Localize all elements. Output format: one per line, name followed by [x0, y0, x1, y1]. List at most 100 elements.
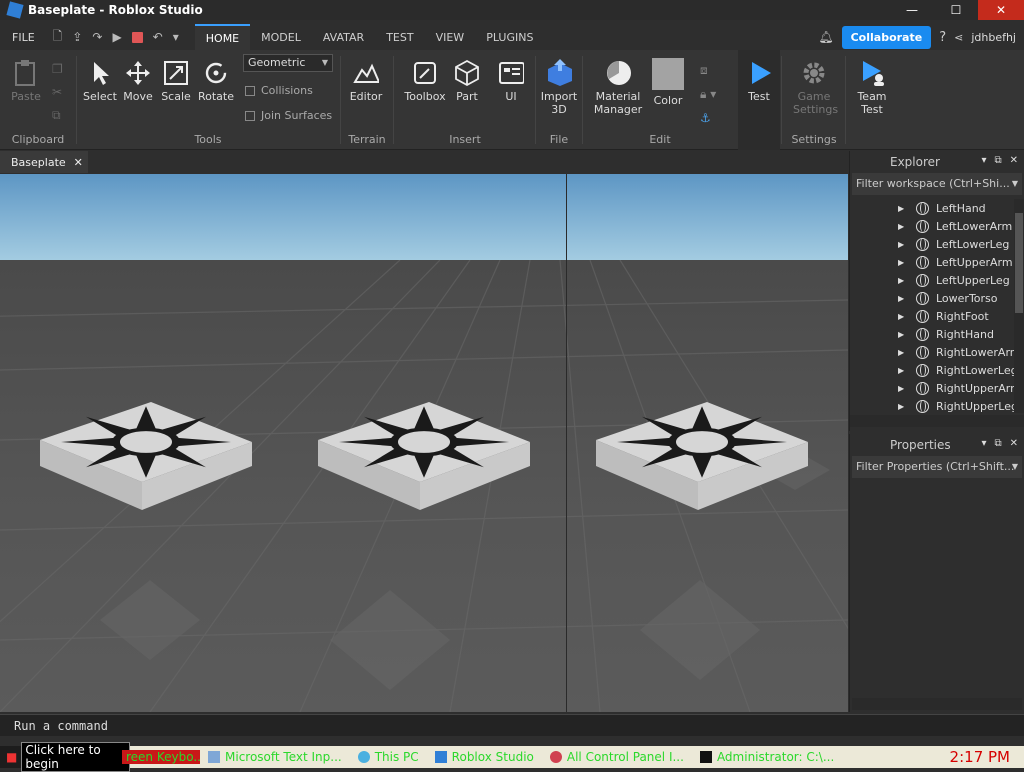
test-button[interactable]: Test	[739, 50, 779, 103]
taskbar-item-this-pc[interactable]: This PC	[350, 750, 427, 764]
taskbar-item-roblox-studio[interactable]: Roblox Studio	[427, 750, 542, 764]
pad-part-2[interactable]	[316, 400, 532, 512]
tab-home[interactable]: HOME	[194, 24, 251, 50]
expand-arrow-icon[interactable]: ▶	[898, 366, 908, 375]
join-surfaces-checkbox[interactable]	[245, 110, 255, 121]
color-button[interactable]: Color	[648, 50, 688, 107]
collisions-toggle[interactable]: Collisions	[245, 84, 313, 97]
expand-arrow-icon[interactable]: ▶	[898, 348, 908, 357]
explorer-filter-input[interactable]: Filter workspace (Ctrl+Shi... ▼	[852, 173, 1022, 195]
stop-icon[interactable]	[131, 31, 143, 43]
expand-arrow-icon[interactable]: ▶	[898, 222, 908, 231]
explorer-item[interactable]: ▶ LeftLowerLeg	[850, 235, 1024, 253]
ui-button[interactable]: UI	[491, 50, 531, 103]
tab-plugins[interactable]: PLUGINS	[475, 24, 544, 50]
taskbar-item-cmd[interactable]: Administrator: C:\...	[692, 750, 842, 764]
part-button[interactable]: Part	[447, 50, 487, 103]
explorer-item[interactable]: ▶ RightUpperLeg	[850, 397, 1024, 413]
taskbar-item-keyboard[interactable]: reen Keybo...	[122, 750, 200, 764]
pad-part-1[interactable]	[38, 400, 254, 512]
explorer-item[interactable]: ▶ LeftHand	[850, 199, 1024, 217]
undo-icon[interactable]: ↶	[153, 30, 163, 44]
expand-arrow-icon[interactable]: ▶	[898, 384, 908, 393]
transform-mode-dropdown[interactable]: Geometric ▼	[243, 54, 333, 72]
expand-arrow-icon[interactable]: ▶	[898, 258, 908, 267]
properties-horizontal-scrollbar[interactable]	[852, 698, 1022, 710]
taskbar-item-control-panel[interactable]: All Control Panel I...	[542, 750, 692, 764]
expand-arrow-icon[interactable]: ▶	[898, 276, 908, 285]
scale-icon	[163, 60, 189, 86]
tab-model[interactable]: MODEL	[250, 24, 312, 50]
maximize-button[interactable]: ☐	[934, 0, 978, 20]
explorer-item[interactable]: ▶ RightFoot	[850, 307, 1024, 325]
pad-part-3[interactable]	[594, 400, 810, 512]
paste-button[interactable]: Paste	[6, 50, 46, 103]
expand-arrow-icon[interactable]: ▶	[898, 294, 908, 303]
notification-bell-icon[interactable]: 🔔︎	[818, 30, 833, 44]
cut-icon[interactable]: ✂	[52, 81, 63, 104]
close-panel-icon[interactable]: ✕	[1010, 155, 1018, 166]
3d-viewport[interactable]	[0, 174, 848, 712]
close-panel-icon[interactable]: ✕	[1010, 438, 1018, 449]
close-tab-icon[interactable]: ✕	[74, 156, 83, 169]
lock-icon[interactable]: 🔒︎ ▾	[700, 82, 716, 106]
import-3d-button[interactable]: Import 3D	[537, 50, 581, 116]
explorer-item[interactable]: ▶ RightHand	[850, 325, 1024, 343]
help-icon[interactable]: ?	[939, 30, 946, 45]
username[interactable]: jdhbefhj	[971, 31, 1016, 44]
explorer-item[interactable]: ▶ LowerTorso	[850, 289, 1024, 307]
chevron-down-icon[interactable]: ▾	[173, 30, 179, 44]
file-menu[interactable]: FILE	[0, 31, 47, 44]
tab-view[interactable]: VIEW	[425, 24, 476, 50]
scale-button[interactable]: Scale	[156, 50, 196, 103]
redo-icon[interactable]: ↷	[92, 30, 102, 44]
team-test-button[interactable]: Team Test	[852, 50, 892, 116]
explorer-item[interactable]: ▶ RightLowerArm	[850, 343, 1024, 361]
move-button[interactable]: Move	[118, 50, 158, 103]
join-surfaces-label: Join Surfaces	[261, 109, 333, 122]
terrain-editor-button[interactable]: Editor	[346, 50, 386, 103]
explorer-item[interactable]: ▶ LeftUpperLeg	[850, 271, 1024, 289]
play-icon[interactable]: ▶	[112, 30, 121, 44]
join-surfaces-toggle[interactable]: Join Surfaces	[245, 109, 332, 122]
toolbox-label: Toolbox	[404, 90, 446, 103]
explorer-item[interactable]: ▶ LeftLowerArm	[850, 217, 1024, 235]
collaborate-button[interactable]: Collaborate	[841, 25, 932, 49]
group-icon[interactable]: ⧈	[700, 58, 716, 82]
start-button[interactable]: ■ Click here to begin	[0, 742, 130, 772]
expand-arrow-icon[interactable]: ▶	[898, 240, 908, 249]
tab-test[interactable]: TEST	[375, 24, 424, 50]
explorer-scrollbar[interactable]	[1014, 199, 1024, 413]
new-file-icon[interactable]: 🗋	[53, 27, 63, 48]
game-settings-button[interactable]: Game Settings	[793, 50, 838, 116]
explorer-item[interactable]: ▶ RightUpperArm	[850, 379, 1024, 397]
close-button[interactable]: ✕	[978, 0, 1024, 20]
duplicate-icon[interactable]: ⧉	[52, 104, 63, 127]
tab-avatar[interactable]: AVATAR	[312, 24, 375, 50]
undock-icon[interactable]: ⧉	[994, 438, 1001, 449]
material-manager-button[interactable]: Material Manager	[592, 50, 644, 116]
explorer-horizontal-scrollbar[interactable]	[850, 415, 1024, 427]
command-bar-input[interactable]: Run a command	[0, 714, 1024, 736]
publish-icon[interactable]: ⇪	[72, 30, 82, 44]
taskbar-item-text-input[interactable]: Microsoft Text Inp...	[200, 750, 350, 764]
explorer-item[interactable]: ▶ RightLowerLeg	[850, 361, 1024, 379]
expand-arrow-icon[interactable]: ▶	[898, 204, 908, 213]
toolbox-button[interactable]: Toolbox	[403, 50, 447, 103]
expand-arrow-icon[interactable]: ▶	[898, 330, 908, 339]
minimize-button[interactable]: —	[890, 0, 934, 20]
properties-filter-input[interactable]: Filter Properties (Ctrl+Shift... ▼	[852, 456, 1022, 478]
chevron-down-icon[interactable]: ▾	[981, 438, 986, 449]
rotate-button[interactable]: Rotate	[196, 50, 236, 103]
expand-arrow-icon[interactable]: ▶	[898, 312, 908, 321]
share-icon[interactable]: ⋖	[954, 31, 963, 44]
copy-icon[interactable]: ❐	[52, 58, 63, 81]
undock-icon[interactable]: ⧉	[994, 155, 1001, 166]
tab-baseplate[interactable]: Baseplate ✕	[0, 151, 88, 173]
chevron-down-icon[interactable]: ▾	[981, 155, 986, 166]
expand-arrow-icon[interactable]: ▶	[898, 402, 908, 411]
select-button[interactable]: Select	[80, 50, 120, 103]
collisions-checkbox[interactable]	[245, 85, 255, 96]
explorer-item[interactable]: ▶ LeftUpperArm	[850, 253, 1024, 271]
anchor-icon[interactable]: ⚓︎	[700, 106, 716, 130]
